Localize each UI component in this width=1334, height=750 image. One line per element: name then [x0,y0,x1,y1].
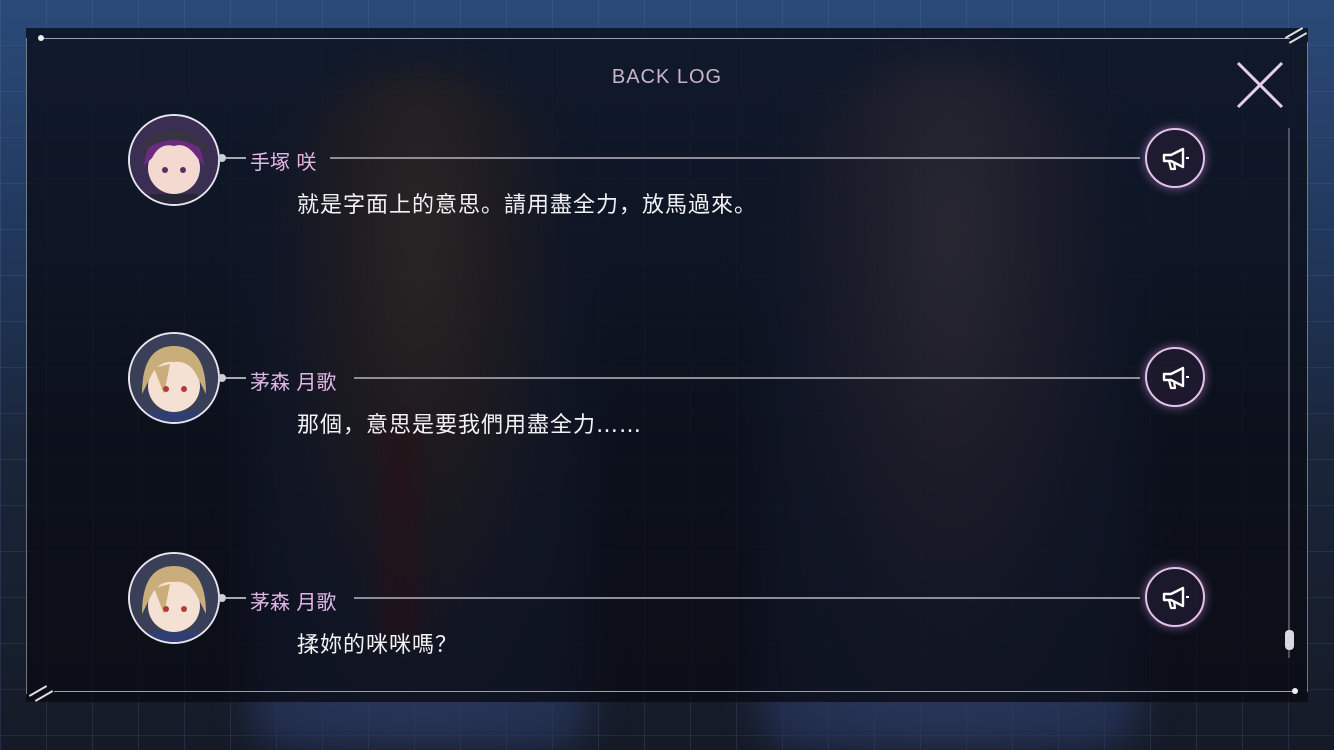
name-divider [354,597,1140,599]
avatar [128,332,220,424]
frame-top-line [40,38,1290,39]
megaphone-icon [1162,366,1189,390]
connector-dot [218,374,226,382]
megaphone-icon [1162,586,1189,610]
name-divider [330,157,1140,159]
speaker-name: 手塚 咲 [250,150,317,174]
dialog-text: 那個，意思是要我們用盡全力…… [297,413,643,438]
frame-corner-dot [1292,688,1298,694]
close-button[interactable] [1233,58,1287,112]
avatar [128,552,220,644]
name-divider [354,377,1140,379]
connector-line [226,157,246,159]
dialog-text: 揉妳的咪咪嗎？ [297,633,459,658]
connector-dot [218,594,226,602]
backlog-title: BACK LOG [611,66,723,88]
voice-replay-button[interactable] [1145,128,1205,188]
connector-dot [218,154,226,162]
log-entry: 茅森 月歌 那個，意思是要我們用盡全力…… [0,330,1334,450]
connector-line [226,377,246,379]
frame-bottom-line [54,691,1294,692]
voice-replay-button[interactable] [1145,567,1205,627]
dialog-text: 就是字面上的意思。請用盡全力，放馬過來。 [297,193,758,218]
voice-replay-button[interactable] [1145,347,1205,407]
speaker-name: 茅森 月歌 [250,590,337,614]
speaker-name: 茅森 月歌 [250,370,337,394]
scrollbar-track[interactable] [1288,128,1290,658]
connector-line [226,597,246,599]
log-entry: 手塚 咲 就是字面上的意思。請用盡全力，放馬過來。 [0,110,1334,230]
scrollbar-thumb[interactable] [1285,630,1294,650]
log-entry: 茅森 月歌 揉妳的咪咪嗎？ [0,550,1334,670]
close-x-icon [1236,61,1284,109]
frame-corner-dot [38,35,44,41]
megaphone-icon [1162,147,1189,171]
avatar [128,114,220,206]
